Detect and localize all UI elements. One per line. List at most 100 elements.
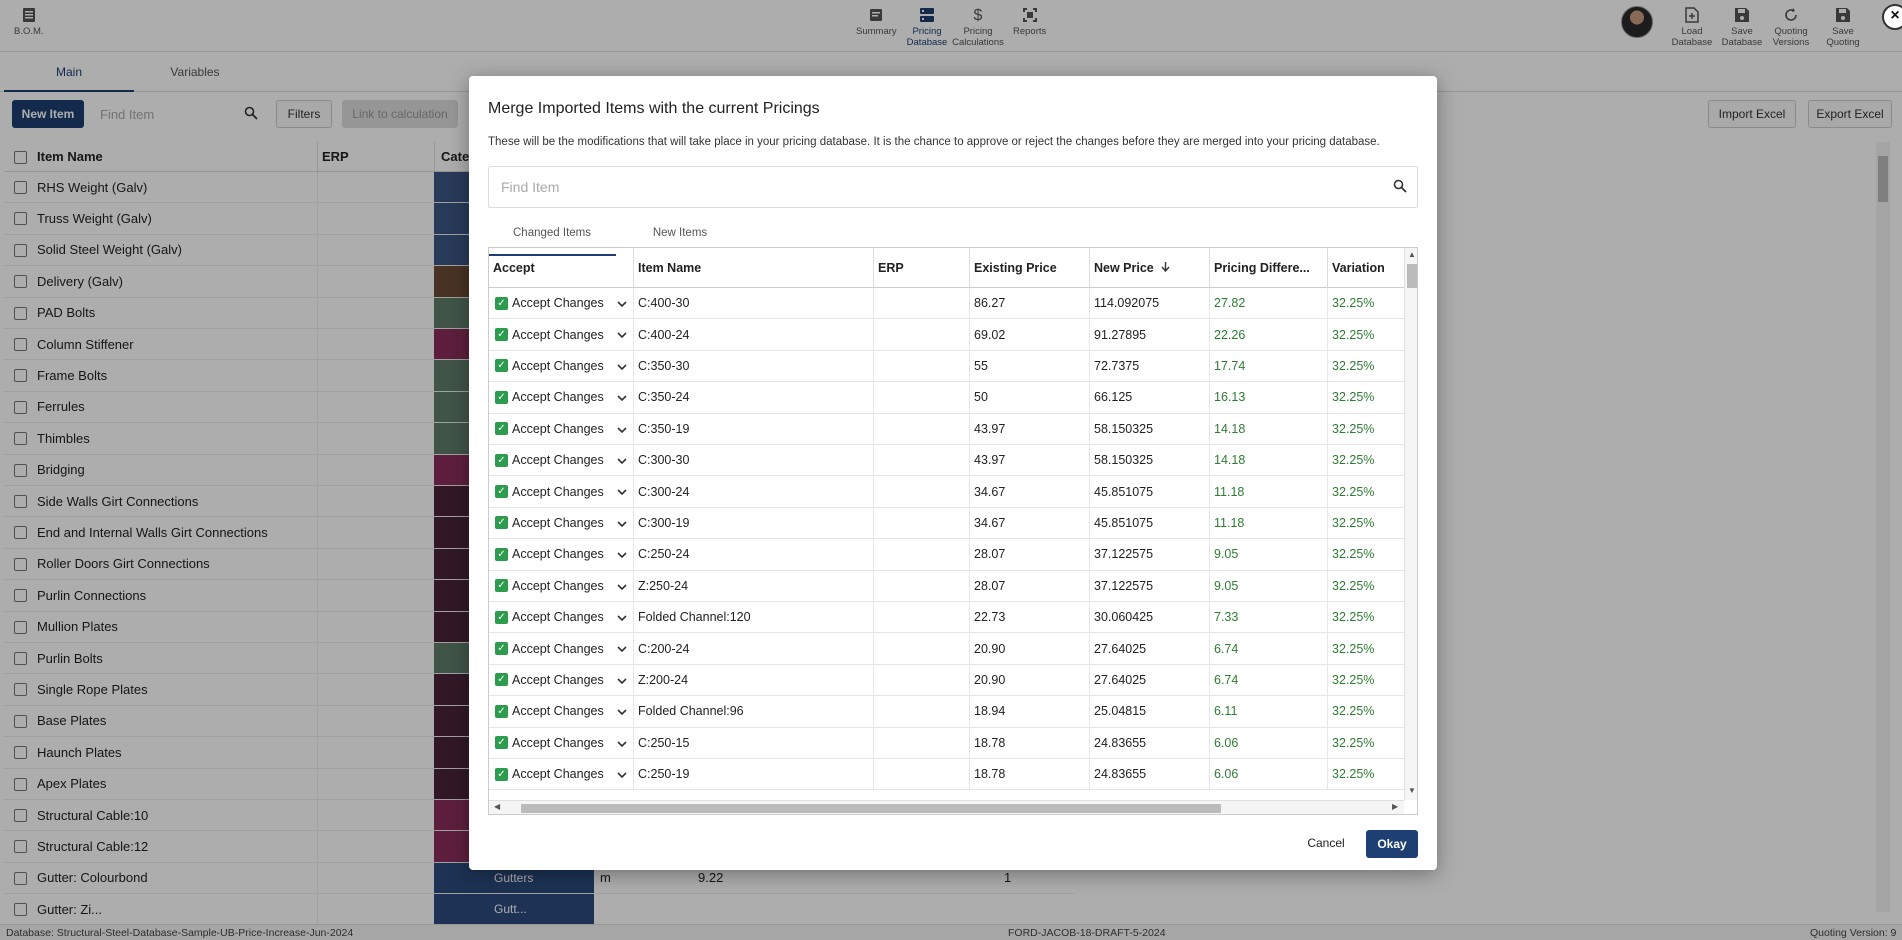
check-icon: ✓ bbox=[495, 516, 508, 530]
change-row[interactable]: ✓ Accept Changes C:250-15 18.78 24.83655 6.06… bbox=[489, 727, 1404, 759]
sort-down-icon[interactable] bbox=[1161, 261, 1170, 275]
accept-dropdown[interactable]: ✓ Accept Changes bbox=[489, 539, 634, 570]
accept-label: Accept Changes bbox=[512, 672, 604, 687]
accept-dropdown[interactable]: ✓ Accept Changes bbox=[489, 350, 634, 382]
chevron-down-icon[interactable] bbox=[617, 738, 627, 748]
new-price-cell: 27.64025 bbox=[1090, 633, 1210, 664]
change-row[interactable]: ✓ Accept Changes Folded Channel:96 18.94 25.… bbox=[489, 696, 1404, 728]
new-price-cell: 45.851075 bbox=[1090, 476, 1210, 507]
accept-dropdown[interactable]: ✓ Accept Changes bbox=[489, 413, 634, 444]
item-name-cell: C:200-24 bbox=[634, 633, 874, 664]
grid-vscroll-thumb[interactable] bbox=[1407, 264, 1417, 288]
grid-horizontal-scrollbar[interactable]: ◀ ▶ bbox=[489, 800, 1404, 814]
chevron-down-icon[interactable] bbox=[617, 612, 627, 622]
variation-cell: 32.25% bbox=[1332, 641, 1375, 656]
scroll-up-icon[interactable]: ▲ bbox=[1408, 250, 1416, 259]
change-row[interactable]: ✓ Accept Changes C:250-19 18.78 24.83655 6.06… bbox=[489, 759, 1404, 791]
chevron-down-icon[interactable] bbox=[617, 675, 627, 685]
item-name-cell: C:300-19 bbox=[634, 507, 874, 539]
accept-dropdown[interactable]: ✓ Accept Changes bbox=[489, 319, 634, 350]
scroll-down-icon[interactable]: ▼ bbox=[1408, 786, 1416, 795]
grid-hscroll-thumb[interactable] bbox=[521, 804, 1221, 813]
col-accept[interactable]: Accept bbox=[489, 248, 634, 288]
change-row[interactable]: ✓ Accept Changes C:300-24 34.67 45.851075 11.… bbox=[489, 476, 1404, 508]
pricing-difference-cell: 6.11 bbox=[1210, 696, 1328, 727]
search-icon[interactable] bbox=[1393, 179, 1409, 195]
change-row[interactable]: ✓ Accept Changes C:250-24 28.07 37.122575 9.0… bbox=[489, 539, 1404, 571]
chevron-down-icon[interactable] bbox=[617, 424, 627, 434]
accept-label: Accept Changes bbox=[512, 390, 604, 405]
chevron-down-icon[interactable] bbox=[617, 706, 627, 716]
item-name-cell: C:350-19 bbox=[634, 413, 874, 444]
chevron-down-icon[interactable] bbox=[617, 329, 627, 339]
check-icon: ✓ bbox=[495, 673, 508, 687]
accept-dropdown[interactable]: ✓ Accept Changes bbox=[489, 696, 634, 727]
chevron-down-icon[interactable] bbox=[617, 361, 627, 371]
change-row[interactable]: ✓ Accept Changes C:350-24 50 66.125 16.13 32.2… bbox=[489, 382, 1404, 414]
pricing-difference-cell: 14.18 bbox=[1210, 413, 1328, 444]
accept-dropdown[interactable]: ✓ Accept Changes bbox=[489, 633, 634, 664]
col-new-price[interactable]: New Price bbox=[1090, 248, 1210, 288]
accept-dropdown[interactable]: ✓ Accept Changes bbox=[489, 445, 634, 476]
scroll-right-icon[interactable]: ▶ bbox=[1392, 802, 1398, 811]
check-icon: ✓ bbox=[495, 704, 508, 718]
accept-dropdown[interactable]: ✓ Accept Changes bbox=[489, 602, 634, 633]
chevron-down-icon[interactable] bbox=[617, 298, 627, 308]
accept-dropdown[interactable]: ✓ Accept Changes bbox=[489, 288, 634, 319]
new-price-cell: 24.83655 bbox=[1090, 727, 1210, 758]
dialog-search-field[interactable]: Find Item bbox=[488, 166, 1418, 208]
change-row[interactable]: ✓ Accept Changes C:400-24 69.02 91.27895 22.2… bbox=[489, 319, 1404, 351]
okay-button[interactable]: Okay bbox=[1366, 830, 1418, 858]
variation-cell: 32.25% bbox=[1332, 484, 1375, 499]
cancel-button[interactable]: Cancel bbox=[1301, 830, 1351, 856]
col-item-name[interactable]: Item Name bbox=[634, 248, 874, 288]
variation-cell: 32.25% bbox=[1332, 610, 1375, 625]
check-icon: ✓ bbox=[495, 610, 508, 624]
erp-cell bbox=[874, 633, 970, 664]
change-row[interactable]: ✓ Accept Changes C:300-19 34.67 45.851075 11.… bbox=[489, 507, 1404, 540]
dialog-description: These will be the modifications that wil… bbox=[488, 136, 1380, 148]
chevron-down-icon[interactable] bbox=[617, 769, 627, 779]
accept-dropdown[interactable]: ✓ Accept Changes bbox=[489, 664, 634, 696]
chevron-down-icon[interactable] bbox=[617, 643, 627, 653]
erp-cell bbox=[874, 445, 970, 476]
col-pricing-difference[interactable]: Pricing Differe... bbox=[1210, 248, 1328, 288]
col-existing-price[interactable]: Existing Price bbox=[970, 248, 1090, 288]
chevron-down-icon[interactable] bbox=[617, 549, 627, 559]
col-new-price-label: New Price bbox=[1094, 261, 1154, 275]
grid-vertical-scrollbar[interactable]: ▲ ▼ bbox=[1404, 248, 1417, 800]
chevron-down-icon[interactable] bbox=[617, 518, 627, 528]
close-icon[interactable]: × bbox=[1882, 4, 1902, 30]
col-variation[interactable]: Variation bbox=[1328, 248, 1404, 288]
existing-price-cell: 34.67 bbox=[970, 476, 1090, 507]
change-row[interactable]: ✓ Accept Changes C:350-19 43.97 58.150325 14.… bbox=[489, 413, 1404, 445]
accept-dropdown[interactable]: ✓ Accept Changes bbox=[489, 570, 634, 601]
accept-dropdown[interactable]: ✓ Accept Changes bbox=[489, 759, 634, 790]
chevron-down-icon[interactable] bbox=[617, 455, 627, 465]
change-row[interactable]: ✓ Accept Changes C:350-30 55 72.7375 17.74 32.… bbox=[489, 350, 1404, 383]
item-name-cell: C:350-24 bbox=[634, 382, 874, 413]
change-row[interactable]: ✓ Accept Changes C:300-30 43.97 58.150325 14.… bbox=[489, 445, 1404, 477]
accept-dropdown[interactable]: ✓ Accept Changes bbox=[489, 382, 634, 413]
new-price-cell: 27.64025 bbox=[1090, 664, 1210, 696]
accept-label: Accept Changes bbox=[512, 484, 604, 499]
accept-dropdown[interactable]: ✓ Accept Changes bbox=[489, 476, 634, 507]
col-erp[interactable]: ERP bbox=[874, 248, 970, 288]
accept-dropdown[interactable]: ✓ Accept Changes bbox=[489, 507, 634, 539]
change-row[interactable]: ✓ Accept Changes Folded Channel:120 22.73 30… bbox=[489, 602, 1404, 634]
change-row[interactable]: ✓ Accept Changes C:200-24 20.90 27.64025 6.74… bbox=[489, 633, 1404, 665]
pricing-difference-cell: 6.74 bbox=[1210, 633, 1328, 664]
scroll-left-icon[interactable]: ◀ bbox=[494, 802, 500, 811]
pricing-difference-cell: 27.82 bbox=[1210, 288, 1328, 319]
chevron-down-icon[interactable] bbox=[617, 581, 627, 591]
chevron-down-icon[interactable] bbox=[617, 392, 627, 402]
accept-label: Accept Changes bbox=[512, 578, 604, 593]
change-row[interactable]: ✓ Accept Changes C:400-30 86.27 114.092075 27… bbox=[489, 288, 1404, 320]
existing-price-cell: 22.73 bbox=[970, 602, 1090, 633]
item-name-cell: C:350-30 bbox=[634, 350, 874, 382]
chevron-down-icon[interactable] bbox=[617, 486, 627, 496]
change-row[interactable]: ✓ Accept Changes Z:200-24 20.90 27.64025 6.74… bbox=[489, 664, 1404, 697]
variation-cell: 32.25% bbox=[1332, 358, 1375, 373]
change-row[interactable]: ✓ Accept Changes Z:250-24 28.07 37.122575 9.0… bbox=[489, 570, 1404, 602]
accept-dropdown[interactable]: ✓ Accept Changes bbox=[489, 727, 634, 758]
